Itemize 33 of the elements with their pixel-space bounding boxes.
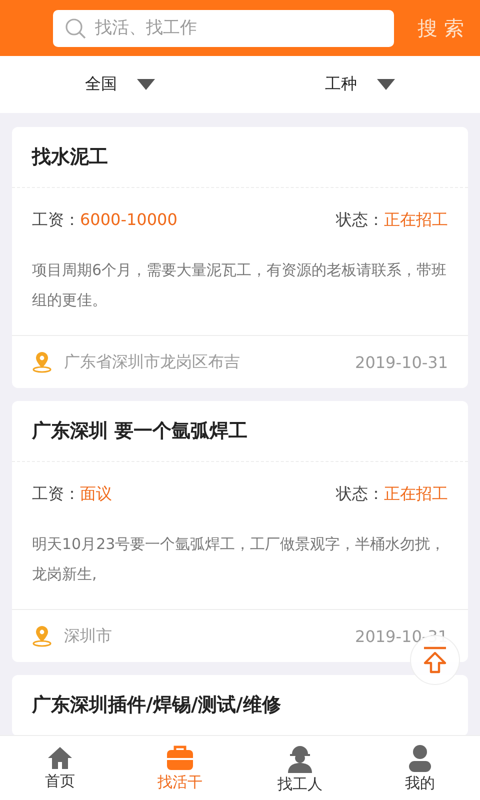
job-card[interactable]: 广东深圳 要一个氩弧焊工 工资：面议 状态：正在招工 明天10月23号要一个氩弧焊工，工厂做景观字，半桶水勿扰，龙岗新生, 深圳市 2019-10-31 [12, 401, 468, 662]
status-value: 正在招工 [384, 484, 448, 505]
nav-tab[interactable]: 找工人 [240, 736, 360, 800]
job-description: 项目周期6个月，需要大量泥瓦工，有资源的老板请联系，带班组的更佳。 [12, 243, 468, 336]
location-pin-icon [32, 351, 52, 373]
briefcase-icon [166, 744, 194, 770]
status-label: 状态： [336, 484, 384, 505]
search-field[interactable]: 找活、找工作 [53, 10, 394, 46]
job-title: 找水泥工 [12, 127, 468, 188]
status-label: 状态： [336, 210, 384, 231]
filter-dropdown[interactable]: 全国 [0, 56, 240, 113]
salary-label: 工资： [32, 484, 80, 505]
nav-tab[interactable]: 首页 [0, 736, 120, 800]
job-location: 深圳市 [64, 626, 113, 646]
arrow-up-icon [422, 646, 448, 674]
nav-tab[interactable]: 我的 [360, 736, 480, 800]
caret-icon [377, 78, 395, 90]
salary-value: 面议 [80, 484, 112, 505]
job-location: 广东省深圳市龙岗区布吉 [64, 352, 241, 372]
salary-value: 6000-10000 [80, 210, 178, 231]
job-card[interactable]: 找水泥工 工资：6000-10000 状态：正在招工 项目周期6个月，需要大量泥瓦工，有资源的老板请联系，带班组的更佳。 广东省深圳市龙岗区布吉 2019-10-31 [12, 127, 468, 388]
job-date: 2019-10-31 [355, 352, 448, 372]
job-description: 明天10月23号要一个氩弧焊工，工厂做景观字，半桶水勿扰，龙岗新生, [12, 517, 468, 610]
status-value: 正在招工 [384, 210, 448, 231]
location-pin-icon [32, 625, 52, 647]
job-date: 2019-10-31 [355, 626, 448, 646]
search-icon [65, 18, 87, 40]
filter-dropdown[interactable]: 工种 [240, 56, 480, 113]
job-title: 广东深圳 要一个氩弧焊工 [12, 401, 468, 462]
salary-label: 工资： [32, 210, 80, 231]
caret-icon [137, 78, 155, 90]
user-icon [407, 744, 433, 772]
home-icon [47, 746, 73, 770]
